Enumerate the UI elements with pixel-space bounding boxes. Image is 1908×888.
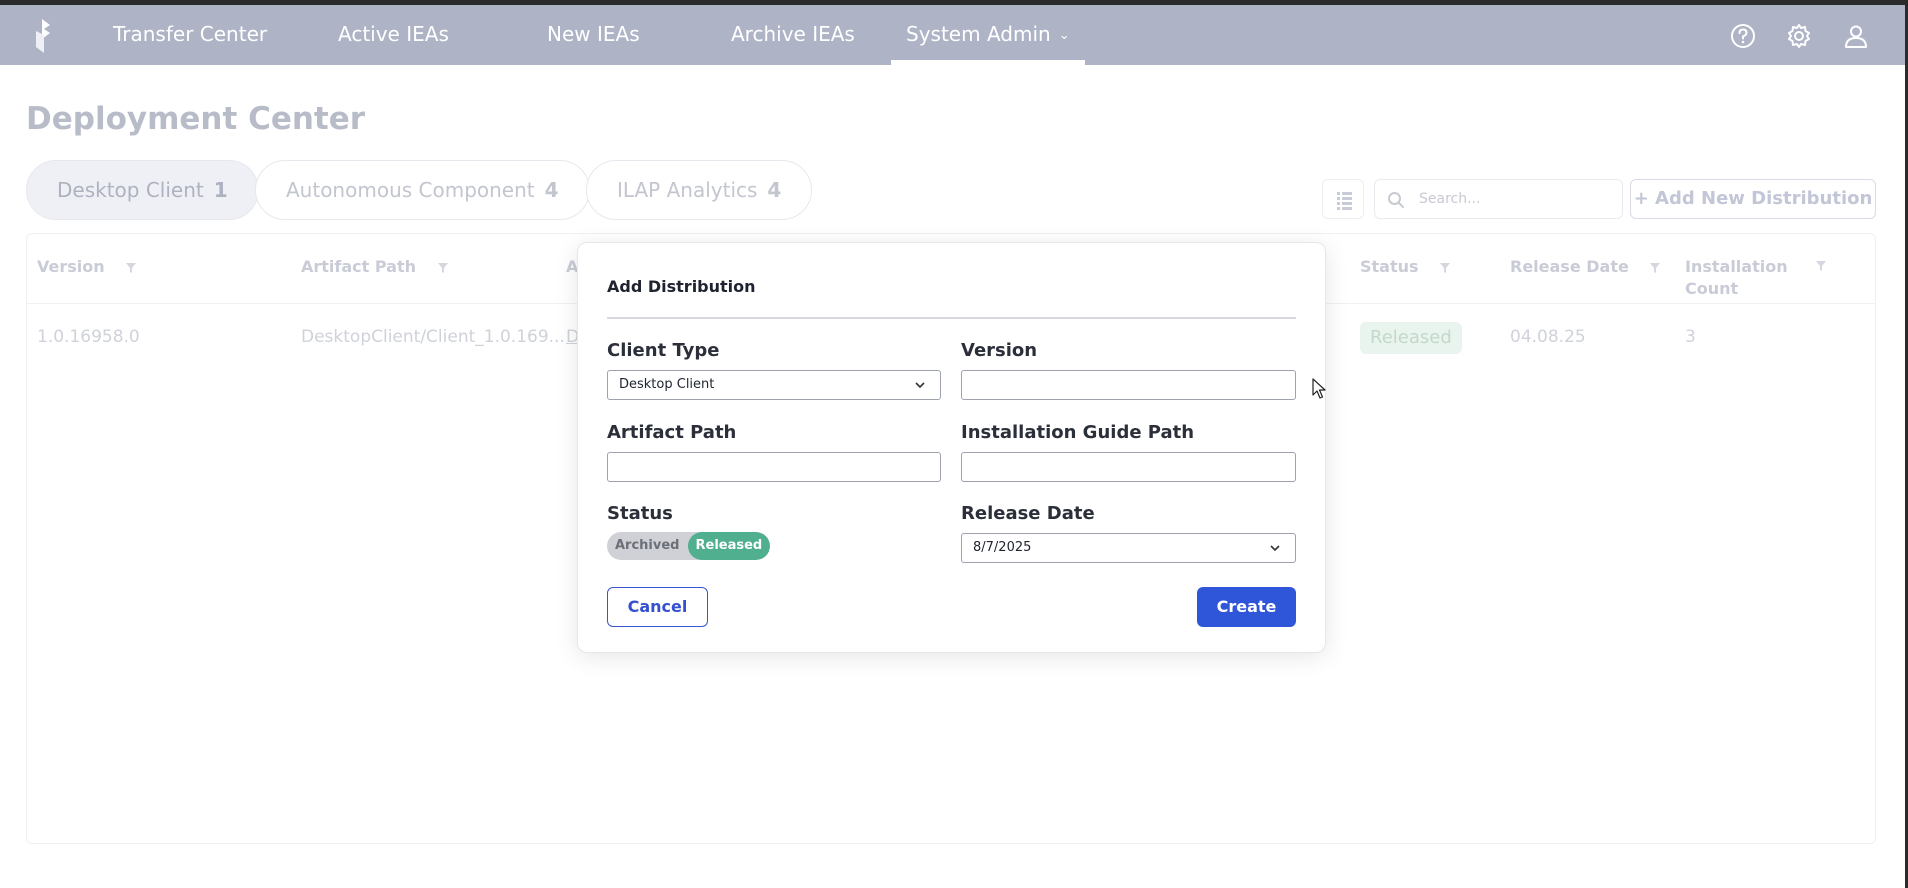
status-option-released[interactable]: Released [687, 532, 771, 560]
app-logo[interactable] [30, 17, 56, 55]
client-type-value: Desktop Client [619, 377, 715, 392]
app-window: Transfer Center Active IEAs New IEAs Arc… [0, 5, 1905, 888]
installation-guide-path-input[interactable] [961, 452, 1296, 482]
cell-release-date: 04.08.25 [1510, 327, 1586, 347]
version-label: Version [961, 340, 1038, 361]
nav-active-ieas[interactable]: Active IEAs [338, 5, 449, 65]
user-icon[interactable] [1843, 23, 1869, 49]
column-release-date-label: Release Date [1510, 257, 1629, 276]
column-artifact-path-label: Artifact Path [301, 257, 416, 276]
filter-icon[interactable] [1816, 261, 1826, 271]
create-button[interactable]: Create [1197, 587, 1296, 627]
filter-icon[interactable] [126, 262, 137, 273]
tab-autonomous-component-label: Autonomous Component [286, 178, 535, 202]
dialog-title: Add Distribution [607, 277, 756, 296]
artifact-path-input[interactable] [607, 452, 941, 482]
add-new-distribution-button[interactable]: + Add New Distribution [1630, 179, 1876, 219]
column-status[interactable]: Status [1360, 256, 1451, 278]
column-release-date[interactable]: Release Date [1510, 256, 1661, 278]
installation-guide-path-label: Installation Guide Path [961, 422, 1195, 443]
search-icon [1388, 192, 1404, 208]
tab-autonomous-component-count: 4 [544, 178, 559, 202]
chevron-down-icon [1270, 545, 1280, 552]
columns-icon [1337, 192, 1352, 210]
dialog-divider [607, 317, 1296, 319]
tab-autonomous-component[interactable]: Autonomous Component 4 [255, 160, 590, 220]
filter-icon[interactable] [1440, 262, 1451, 273]
client-type-select[interactable]: Desktop Client [607, 370, 941, 400]
cell-version: 1.0.16958.0 [37, 327, 140, 347]
page-title: Deployment Center [26, 101, 366, 137]
column-version-label: Version [37, 257, 105, 276]
columns-button[interactable] [1322, 179, 1364, 219]
column-artifact-path[interactable]: Artifact Path [301, 256, 448, 278]
release-date-label: Release Date [961, 503, 1095, 524]
nav-new-ieas[interactable]: New IEAs [547, 5, 640, 65]
column-status-label: Status [1360, 257, 1419, 276]
status-toggle[interactable]: Archived Released [607, 532, 771, 560]
chevron-down-icon: ⌄ [1058, 27, 1070, 43]
mouse-cursor-icon [1312, 378, 1326, 399]
release-date-picker[interactable]: 8/7/2025 [961, 533, 1296, 563]
top-nav: Transfer Center Active IEAs New IEAs Arc… [0, 5, 1905, 65]
add-distribution-dialog: Add Distribution Client Type Desktop Cli… [577, 242, 1326, 653]
tab-desktop-client-label: Desktop Client [57, 178, 204, 202]
search-placeholder: Search... [1419, 191, 1481, 207]
cell-artifact-path: DesktopClient/Client_1.0.169... [301, 327, 565, 347]
tab-ilap-analytics[interactable]: ILAP Analytics 4 [586, 160, 813, 220]
release-date-value: 8/7/2025 [973, 540, 1032, 555]
status-badge: Released [1360, 322, 1462, 354]
cancel-button[interactable]: Cancel [607, 587, 708, 627]
filter-icon[interactable] [1650, 262, 1661, 273]
client-type-label: Client Type [607, 340, 720, 361]
tab-desktop-client[interactable]: Desktop Client 1 [26, 160, 259, 220]
gear-icon[interactable] [1786, 23, 1812, 49]
nav-system-admin-label: System Admin [906, 22, 1051, 46]
cell-installation-count: 3 [1685, 327, 1696, 347]
artifact-path-label: Artifact Path [607, 422, 737, 443]
status-option-archived[interactable]: Archived [607, 532, 688, 560]
chevron-down-icon [915, 382, 925, 389]
version-input[interactable] [961, 370, 1296, 400]
tab-desktop-client-count: 1 [213, 178, 228, 202]
tab-ilap-analytics-label: ILAP Analytics [617, 178, 758, 202]
status-label: Status [607, 503, 673, 524]
filter-icon[interactable] [437, 262, 448, 273]
help-icon[interactable] [1730, 23, 1756, 49]
search-input[interactable]: Search... [1374, 179, 1623, 219]
column-version[interactable]: Version [37, 256, 137, 278]
tab-ilap-analytics-count: 4 [767, 178, 782, 202]
column-installation-count[interactable]: Installation Count [1685, 256, 1795, 300]
nav-system-admin[interactable]: System Admin ⌄ [891, 5, 1085, 65]
nav-archive-ieas[interactable]: Archive IEAs [731, 5, 855, 65]
nav-transfer-center[interactable]: Transfer Center [113, 5, 267, 65]
